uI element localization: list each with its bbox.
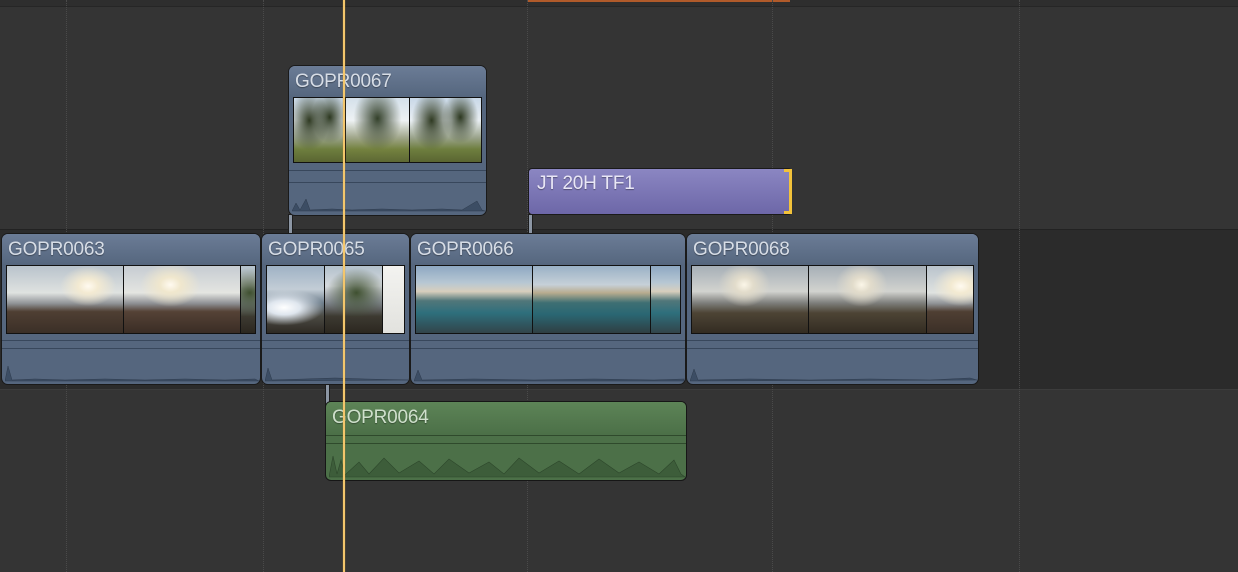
audio-waveform [414,369,684,382]
clip-gopr0064[interactable]: GOPR0064 [325,401,687,481]
thumbnail-frame [416,266,533,333]
clip-filmstrip [293,97,482,163]
audio-waveform [292,198,485,212]
thumbnail-frame [410,98,481,162]
thumbnail-frame [267,266,325,333]
clip-filmstrip [415,265,681,334]
thumbnail-frame [325,266,383,333]
audio-separator [411,348,685,349]
thumbnail-frame [692,266,809,333]
audio-separator [687,348,978,349]
timeline-gridline [1019,0,1020,572]
title-clip-jt20htf1[interactable]: JT 20H TF1 [528,168,792,215]
trim-handle[interactable] [784,169,792,214]
thumbnail-frame [7,266,124,333]
playhead[interactable] [343,0,345,572]
clip-gopr0068[interactable]: GOPR0068 [686,233,979,385]
audio-separator [289,182,486,183]
clip-gopr0063[interactable]: GOPR0063 [1,233,261,385]
audio-separator [289,170,486,171]
thumbnail-frame [241,266,255,333]
audio-separator [687,340,978,341]
clip-filmstrip [691,265,974,334]
audio-waveform [5,365,259,382]
clip-title: GOPR0063 [8,239,105,260]
clip-title: GOPR0068 [693,239,790,260]
audio-separator [262,348,409,349]
clip-title: GOPR0064 [332,407,429,428]
audio-separator [2,340,260,341]
audio-waveform [329,455,685,478]
thumbnail-frame [346,98,410,162]
audio-separator [262,340,409,341]
audio-waveform [690,368,977,382]
thumbnail-frame [533,266,651,333]
thumbnail-frame [124,266,241,333]
clip-filmstrip [266,265,405,334]
clip-gopr0067[interactable]: GOPR0067 [288,65,487,216]
clip-gopr0065[interactable]: GOPR0065 [261,233,410,385]
thumbnail-frame [651,266,680,333]
thumbnail-frame [383,266,404,333]
thumbnail-frame [809,266,927,333]
audio-separator [411,340,685,341]
thumbnail-frame [927,266,973,333]
clip-gopr0066[interactable]: GOPR0066 [410,233,686,385]
clip-title: GOPR0065 [268,239,365,260]
thumbnail-frame [294,98,346,162]
audio-separator [326,435,686,436]
audio-waveform [265,367,408,382]
audio-separator [2,348,260,349]
range-selection-marker [528,0,790,2]
clip-filmstrip [6,265,256,334]
clip-title: JT 20H TF1 [537,173,635,194]
clip-title: GOPR0066 [417,239,514,260]
